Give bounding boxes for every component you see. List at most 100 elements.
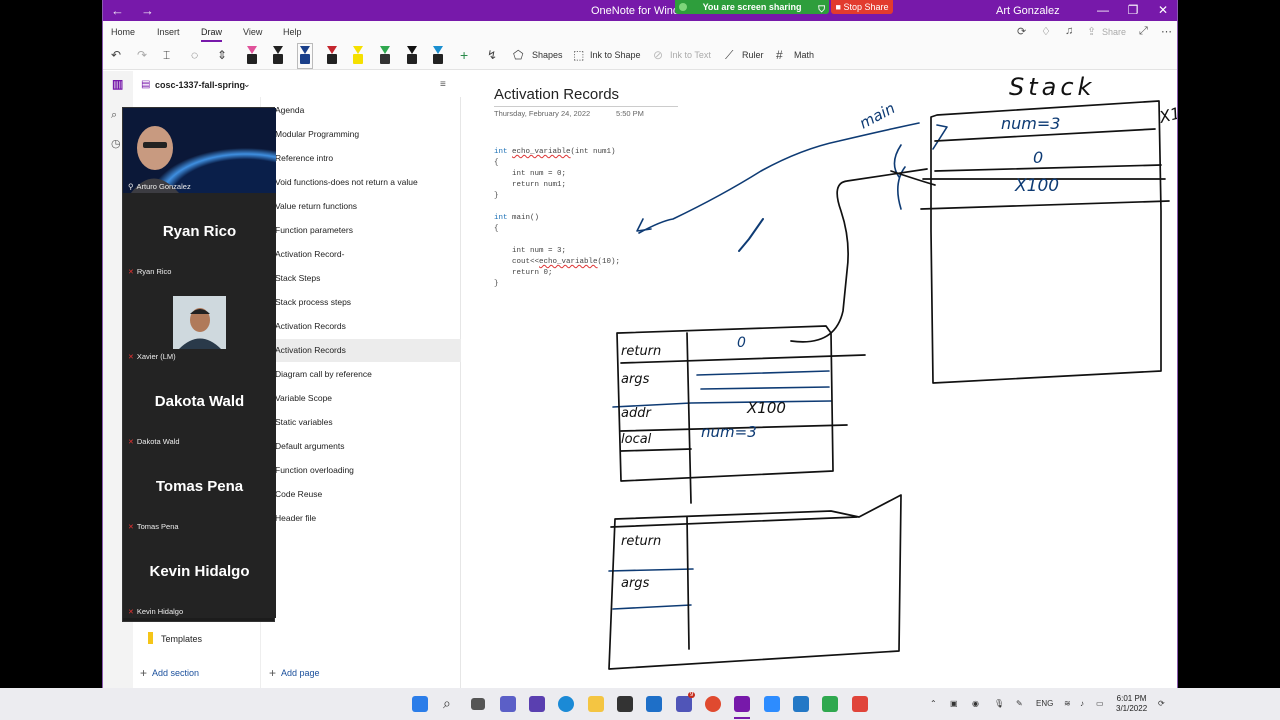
participant-tile-kevin[interactable]: Kevin Hidalgo ✕ Kevin Hidalgo: [123, 533, 276, 618]
tab-insert[interactable]: Insert: [157, 27, 180, 37]
highlighter-yellow[interactable]: [353, 46, 363, 66]
participant-tile-arturo[interactable]: ⚲ Arturo Gonzalez: [123, 108, 276, 193]
language-indicator[interactable]: ENG: [1036, 699, 1053, 708]
page-item[interactable]: Activation Records: [275, 345, 346, 355]
shapes-icon[interactable]: ⬠: [513, 48, 523, 62]
teams-icon[interactable]: [529, 696, 545, 712]
page-item[interactable]: Function overloading: [275, 465, 354, 475]
forward-button[interactable]: →: [141, 3, 154, 18]
redo-icon[interactable]: ↷: [137, 48, 147, 62]
bell-icon[interactable]: ♫: [1065, 25, 1073, 37]
store-icon[interactable]: [617, 696, 633, 712]
codeblocks-icon[interactable]: [822, 696, 838, 712]
user-name[interactable]: Art Gonzalez: [996, 5, 1060, 17]
ink-replay-icon[interactable]: ↯: [487, 48, 497, 62]
ink-to-shape-icon[interactable]: ⬚: [573, 48, 584, 62]
page-item[interactable]: Modular Programming: [275, 129, 359, 139]
page-item[interactable]: Variable Scope: [275, 393, 332, 403]
teams-work-icon[interactable]: [676, 696, 692, 712]
microphone-icon[interactable]: 🎙: [994, 699, 1004, 708]
add-pen-icon[interactable]: +: [460, 47, 468, 63]
page-item[interactable]: Reference intro: [275, 153, 333, 163]
undo-icon[interactable]: ↶: [111, 48, 121, 62]
minimize-icon[interactable]: —: [1088, 3, 1118, 17]
zoom-icon[interactable]: [764, 696, 780, 712]
battery-icon[interactable]: ▭: [1096, 699, 1104, 708]
sync-icon[interactable]: ⟳: [1017, 25, 1026, 38]
task-view-icon[interactable]: [471, 698, 485, 710]
fullscreen-icon[interactable]: ⤢: [1139, 25, 1148, 38]
page-item[interactable]: Code Reuse: [275, 489, 322, 499]
vscode-icon[interactable]: [793, 696, 809, 712]
tray-app-icon[interactable]: ▣: [950, 699, 958, 708]
chevron-up-icon[interactable]: ⌃: [930, 699, 937, 708]
maximize-icon[interactable]: ❐: [1118, 3, 1148, 17]
pen-4[interactable]: [327, 46, 337, 66]
participant-tile-ryan[interactable]: Ryan Rico ✕ Ryan Rico: [123, 193, 276, 278]
mail-icon[interactable]: [646, 696, 662, 712]
add-page-button[interactable]: + Add page: [269, 666, 320, 680]
chevron-down-icon[interactable]: ⌄: [243, 79, 251, 90]
pen-2[interactable]: [273, 46, 283, 66]
highlighter-green[interactable]: [380, 46, 390, 66]
lasso-select-icon[interactable]: ◌: [191, 48, 198, 62]
tab-draw[interactable]: Draw: [201, 27, 223, 42]
page-item[interactable]: Header file: [275, 513, 316, 523]
share-icon[interactable]: ⇪: [1087, 25, 1096, 38]
notebooks-icon[interactable]: ▥: [112, 77, 123, 91]
page-item[interactable]: Void functions-does not return a value: [275, 177, 418, 187]
more-icon[interactable]: ⋯: [1161, 25, 1172, 38]
recent-icon[interactable]: ◷: [111, 137, 121, 150]
notebook-name[interactable]: cosc-1337-fall-spring: [155, 80, 245, 90]
pen-3-selected[interactable]: [297, 43, 313, 69]
ink-to-text-button[interactable]: Ink to Text: [670, 50, 711, 60]
stop-share-button[interactable]: ■ Stop Share: [831, 0, 893, 14]
search-icon[interactable]: ⌕: [443, 695, 451, 712]
tab-view[interactable]: View: [243, 27, 262, 37]
tray-app-icon[interactable]: ◉: [972, 699, 979, 708]
share-button[interactable]: Share: [1102, 27, 1126, 37]
close-icon[interactable]: ✕: [1148, 3, 1177, 17]
ink-to-shape-button[interactable]: Ink to Shape: [590, 50, 641, 60]
edge-icon[interactable]: [558, 696, 574, 712]
shapes-button[interactable]: Shapes: [532, 50, 563, 60]
chrome-icon[interactable]: [705, 696, 721, 712]
page-item[interactable]: Activation Records: [275, 321, 346, 331]
search-icon[interactable]: ⌕: [111, 109, 117, 122]
page-item[interactable]: Activation Record-: [275, 249, 344, 259]
math-button[interactable]: Math: [794, 50, 814, 60]
file-explorer-icon[interactable]: [588, 696, 604, 712]
clock[interactable]: 6:01 PM 3/1/2022: [1116, 694, 1147, 714]
page-item[interactable]: Stack process steps: [275, 297, 351, 307]
page-item[interactable]: Stack Steps: [275, 273, 320, 283]
participant-tile-dakota[interactable]: Dakota Wald ✕ Dakota Wald: [123, 363, 276, 448]
page-canvas[interactable]: Activation Records Thursday, February 24…: [461, 71, 1177, 688]
participant-tile-tomas[interactable]: Tomas Pena ✕ Tomas Pena: [123, 448, 276, 533]
ruler-icon[interactable]: ⟋: [725, 48, 733, 63]
chat-icon[interactable]: [500, 696, 516, 712]
ruler-button[interactable]: Ruler: [742, 50, 764, 60]
pen-1[interactable]: [247, 46, 257, 66]
page-item[interactable]: Agenda: [275, 105, 304, 115]
notifications-icon[interactable]: ⟳: [1158, 699, 1165, 708]
page-item[interactable]: Static variables: [275, 417, 333, 427]
start-icon[interactable]: [412, 696, 428, 712]
page-item[interactable]: Value return functions: [275, 201, 357, 211]
pen-tray-icon[interactable]: ✎: [1016, 699, 1023, 708]
app-icon[interactable]: [852, 696, 868, 712]
ink-to-text-icon[interactable]: ⊘: [653, 48, 663, 62]
sort-icon[interactable]: ≡: [440, 79, 446, 90]
participant-tile-xavier[interactable]: ✕ Xavier (LM): [123, 278, 276, 363]
math-icon[interactable]: #: [776, 48, 783, 62]
type-select-icon[interactable]: ⌶: [163, 48, 170, 63]
volume-icon[interactable]: ♪: [1080, 699, 1084, 708]
add-section-button[interactable]: + Add section: [140, 666, 199, 680]
section-templates[interactable]: Templates: [148, 632, 202, 644]
back-button[interactable]: ←: [111, 3, 124, 18]
page-item[interactable]: Diagram call by reference: [275, 369, 372, 379]
onenote-taskbar-icon[interactable]: [734, 696, 750, 712]
add-space-icon[interactable]: ⇕: [217, 48, 227, 62]
wifi-icon[interactable]: ≋: [1064, 699, 1071, 708]
tab-help[interactable]: Help: [283, 27, 302, 37]
tab-home[interactable]: Home: [111, 27, 135, 37]
